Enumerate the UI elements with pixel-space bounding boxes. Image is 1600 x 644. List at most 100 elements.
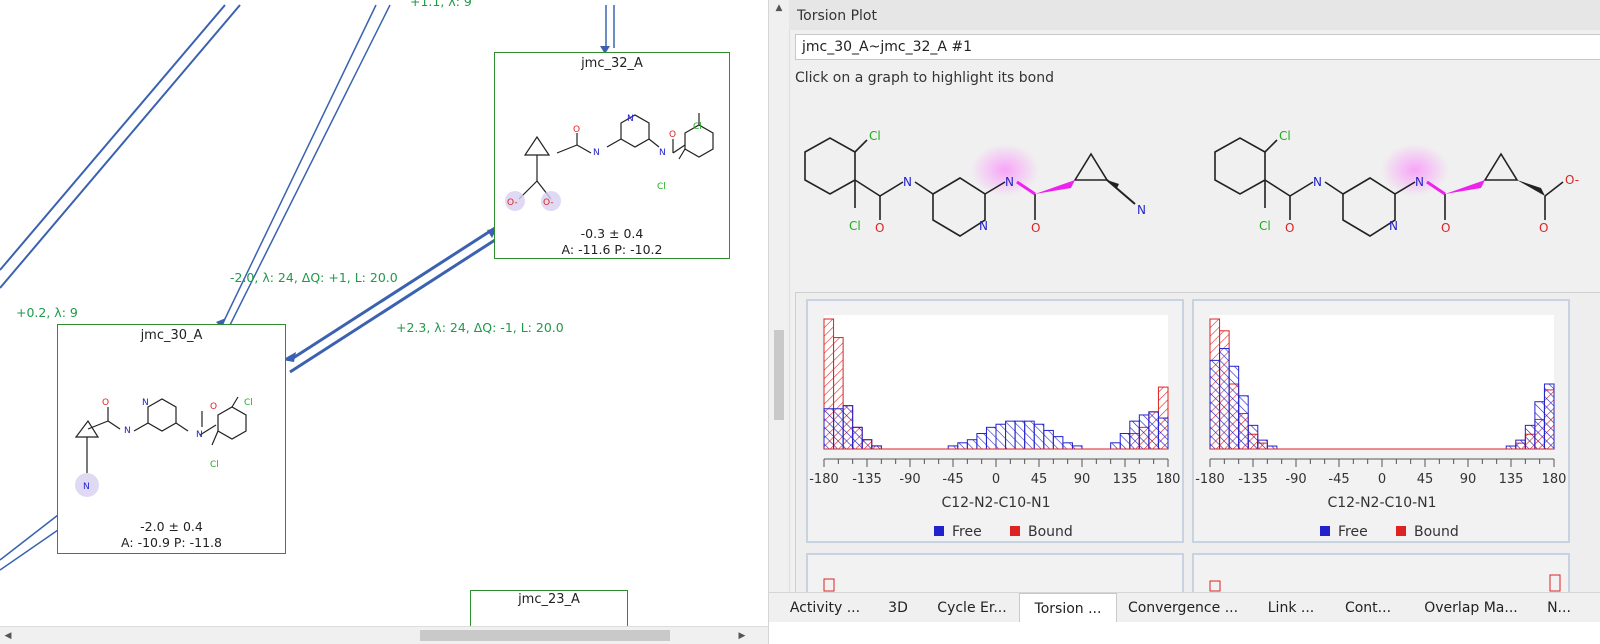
svg-text:N: N: [659, 148, 666, 158]
node-jmc-23-a[interactable]: jmc_23_A: [470, 590, 628, 630]
histogram-bar-free[interactable]: [1257, 439, 1268, 450]
histogram-bar-free[interactable]: [1043, 429, 1054, 450]
histogram-bar-free[interactable]: [1005, 420, 1016, 450]
molecule-1[interactable]: Cl Cl O N N N O N: [804, 129, 1146, 237]
scrollbar-thumb[interactable]: [420, 630, 670, 641]
pair-selector[interactable]: jmc_30_A~jmc_32_A #1: [795, 34, 1600, 60]
edge-line[interactable]: [0, 4, 226, 271]
histogram-bar-free[interactable]: [1110, 442, 1121, 450]
histogram-bar-free[interactable]: [1024, 420, 1035, 450]
histogram-bar-free[interactable]: [1209, 359, 1221, 450]
node-jmc-32-a[interactable]: jmc_32_A N N N O O Cl Cl O- O- -0.3 ± 0.…: [494, 52, 730, 259]
histogram-bar-free[interactable]: [985, 426, 997, 450]
legend-swatch-free: [1320, 526, 1330, 536]
tab-more[interactable]: N...: [1539, 593, 1579, 623]
x-tick-label: 45: [1031, 472, 1048, 487]
histogram-bar-free[interactable]: [1238, 395, 1249, 450]
x-tick-label: -90: [899, 472, 920, 487]
histogram-bar-free[interactable]: [861, 439, 873, 450]
legend-label-free: Free: [1338, 524, 1368, 540]
node-energies: A: -10.9 P: -11.8: [121, 535, 222, 550]
molecule-2[interactable]: Cl Cl O N N N O O O-: [1214, 129, 1579, 237]
svg-text:O: O: [1539, 221, 1548, 235]
histogram-bar-free[interactable]: [1062, 442, 1073, 450]
tab-convergence[interactable]: Convergence ...: [1119, 593, 1247, 623]
svg-text:O: O: [1031, 221, 1040, 235]
histogram-bar-free[interactable]: [1129, 420, 1140, 450]
edge-line[interactable]: [289, 238, 496, 374]
edge-line[interactable]: [289, 226, 496, 362]
molecule-pair-view[interactable]: Cl Cl O N N N O N Cl Cl O N N N O O O-: [795, 96, 1600, 276]
histogram-bar-free[interactable]: [1543, 383, 1555, 450]
tab-cycle-errors[interactable]: Cycle Er...: [927, 593, 1017, 623]
scroll-left-icon[interactable]: ◀: [2, 630, 14, 642]
svg-text:Cl: Cl: [1259, 219, 1271, 233]
svg-text:N: N: [593, 148, 600, 158]
instruction-text: Click on a graph to highlight its bond: [795, 70, 1054, 86]
legend-swatch-bound: [1396, 526, 1406, 536]
x-tick-label: -180: [809, 472, 839, 487]
svg-text:O: O: [210, 402, 217, 412]
histogram-bar-free[interactable]: [1138, 414, 1150, 450]
x-tick-label: 0: [992, 472, 1000, 487]
histogram-bar-free[interactable]: [1052, 436, 1064, 450]
histogram-bar-free[interactable]: [852, 426, 863, 450]
histogram-bar-free[interactable]: [1228, 365, 1240, 450]
histogram-bar-free[interactable]: [957, 442, 968, 450]
x-axis-label: C12-N2-C10-N1: [941, 495, 1050, 511]
scroll-right-icon[interactable]: ▶: [736, 630, 748, 642]
edge-line[interactable]: [0, 4, 241, 289]
histogram-bar-free[interactable]: [1033, 423, 1045, 450]
node-score: -2.0 ± 0.4: [140, 519, 203, 534]
pair-selector-value: jmc_30_A~jmc_32_A #1: [802, 39, 973, 55]
edge-label: +1.1, λ: 9: [410, 0, 472, 9]
torsion-histogram-2[interactable]: -180 -135 -90 -45 0 45 90 135 180 C12-N2-C10-N1 Fr…: [1192, 299, 1570, 543]
svg-text:N: N: [627, 114, 634, 124]
tab-contacts[interactable]: Cont...: [1333, 593, 1403, 623]
edge-line[interactable]: [0, 529, 59, 571]
svg-text:O-: O-: [507, 198, 518, 208]
svg-text:N: N: [1389, 219, 1398, 233]
plot-background: [1210, 315, 1554, 449]
histogram-bar-free[interactable]: [1119, 433, 1131, 450]
histogram-bar-free[interactable]: [1219, 348, 1230, 450]
histogram-bar-free[interactable]: [1148, 411, 1159, 450]
histogram-bar-free[interactable]: [823, 408, 835, 450]
histogram-bar-free[interactable]: [995, 423, 1007, 450]
network-graph-canvas[interactable]: +1.1, λ: 9 -2.0, λ: 24, ΔQ: +1, L: 20.0 …: [0, 0, 768, 644]
torsion-histogram-1[interactable]: -180 -135 -90 -45 0 45 90 135 180 C12-N2-C10-N1 Fr…: [806, 299, 1184, 543]
edge-label: +0.2, λ: 9: [16, 305, 78, 320]
vertical-scrollbar[interactable]: ▲ ▼: [769, 0, 790, 622]
node-jmc-30-a[interactable]: jmc_30_A N N N O O Cl Cl N -2.0 ± 0.4 A:…: [57, 324, 286, 554]
histogram-bar-free[interactable]: [1014, 420, 1026, 450]
histogram-bar-free[interactable]: [842, 405, 854, 450]
tab-activity[interactable]: Activity ...: [779, 593, 871, 623]
svg-text:N: N: [142, 398, 149, 408]
histogram-svg: -180 -135 -90 -45 0 45 90 135 180 C12-N2-C10-N1 Fr…: [809, 315, 1180, 540]
svg-text:Cl: Cl: [1279, 129, 1291, 143]
tab-overlap-matrix[interactable]: Overlap Ma...: [1407, 593, 1535, 623]
tab-3d[interactable]: 3D: [873, 593, 923, 623]
edge-line[interactable]: [0, 514, 59, 561]
histogram-bar-free[interactable]: [1515, 439, 1526, 450]
tab-link[interactable]: Link ...: [1251, 593, 1331, 623]
histogram-bar-free[interactable]: [833, 408, 844, 450]
node-title: jmc_23_A: [518, 592, 580, 607]
histogram-bar-free[interactable]: [1157, 417, 1169, 450]
x-tick-label: 135: [1113, 472, 1138, 487]
svg-text:O: O: [875, 221, 884, 235]
histogram-bar-free[interactable]: [1534, 401, 1545, 450]
svg-text:Cl: Cl: [693, 122, 702, 132]
scroll-up-icon[interactable]: ▲: [773, 2, 785, 14]
histogram-bar-free[interactable]: [1524, 424, 1536, 450]
x-tick-label: -135: [1238, 472, 1268, 487]
histogram-bar-free[interactable]: [1247, 424, 1259, 450]
horizontal-scrollbar[interactable]: ◀ ▶: [0, 626, 768, 644]
x-tick-label: -90: [1285, 472, 1306, 487]
histogram-bar-free[interactable]: [976, 433, 987, 450]
tab-torsion[interactable]: Torsion ...: [1019, 593, 1117, 624]
x-tick-label: 45: [1417, 472, 1434, 487]
histogram-svg: -180 -135 -90 -45 0 45 90 135 180 C12-N2-C10-N1 Fr…: [1195, 315, 1566, 540]
histogram-bar-free[interactable]: [966, 439, 978, 450]
scrollbar-thumb[interactable]: [774, 330, 784, 420]
